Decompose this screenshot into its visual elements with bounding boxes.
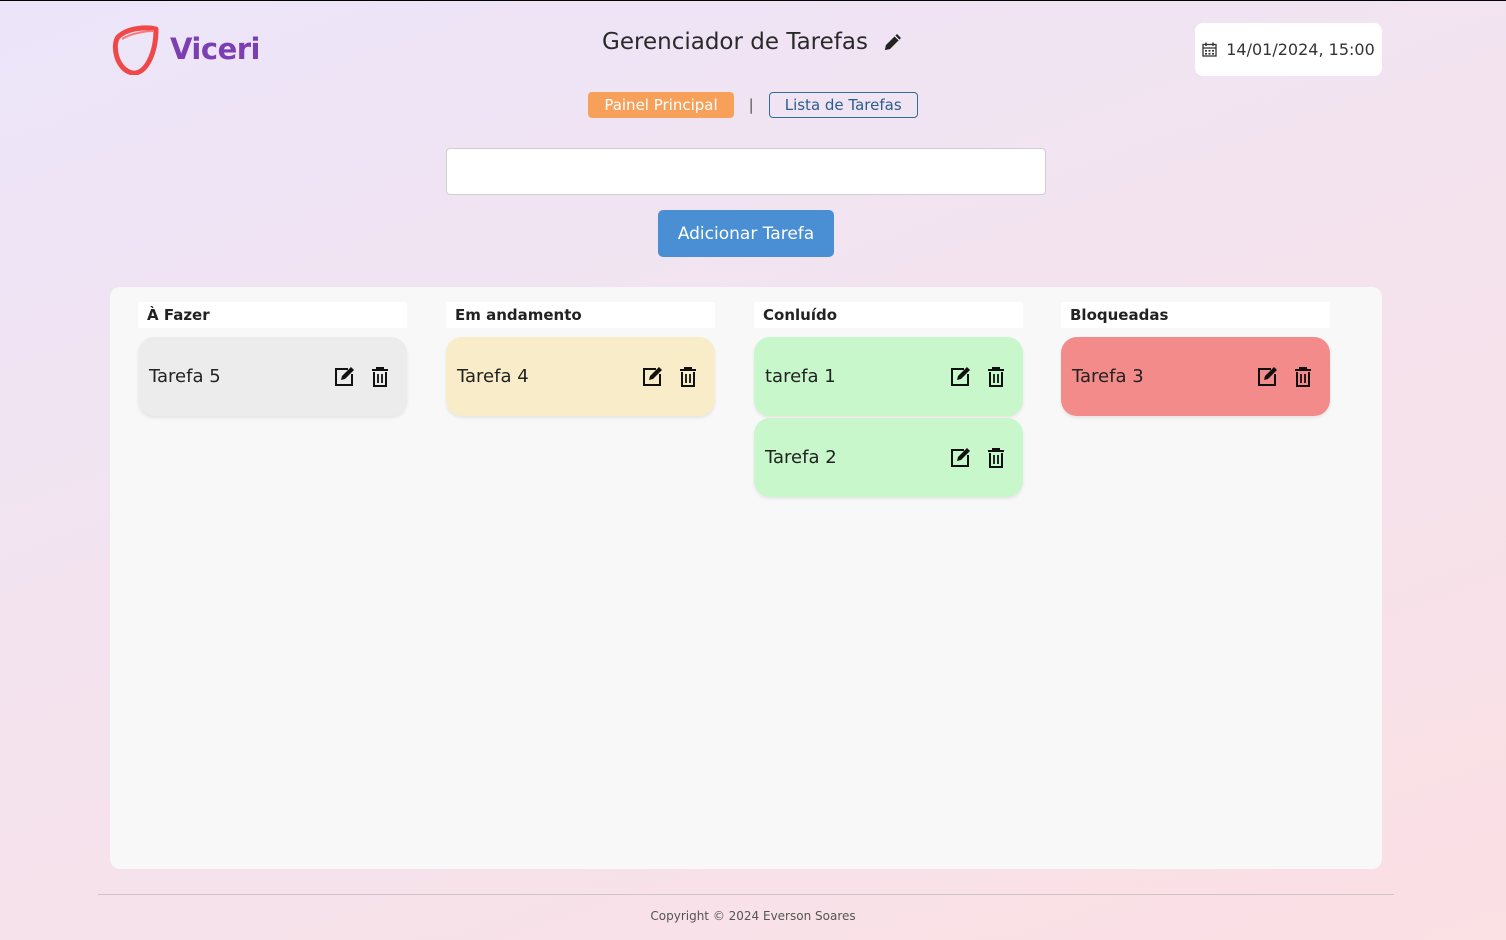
page-title: Gerenciador de Tarefas: [602, 29, 904, 55]
nav-separator: |: [748, 96, 754, 114]
edit-icon[interactable]: [1254, 364, 1280, 390]
page-title-text: Gerenciador de Tarefas: [602, 29, 868, 55]
trash-icon[interactable]: [367, 364, 393, 390]
trash-icon[interactable]: [1290, 364, 1316, 390]
column-title: Bloqueadas: [1061, 302, 1330, 328]
task-input[interactable]: [446, 148, 1046, 195]
column-bloqueadas: Bloqueadas Tarefa 3: [1061, 302, 1330, 416]
task-title: tarefa 1: [765, 366, 836, 387]
datetime-display: 14/01/2024, 15:00: [1195, 23, 1382, 76]
trash-icon[interactable]: [983, 364, 1009, 390]
task-card[interactable]: tarefa 1: [754, 337, 1023, 416]
column-concluido: Conluído tarefa 1 Tarefa 2: [754, 302, 1023, 497]
edit-icon[interactable]: [331, 364, 357, 390]
column-em-andamento: Em andamento Tarefa 4: [446, 302, 715, 416]
task-title: Tarefa 5: [149, 366, 221, 387]
footer-copyright: Copyright © 2024 Everson Soares: [650, 909, 856, 923]
column-title: Em andamento: [446, 302, 715, 328]
column-a-fazer: À Fazer Tarefa 5: [138, 302, 407, 416]
nav-lista-de-tarefas[interactable]: Lista de Tarefas: [768, 92, 918, 118]
footer-divider: [98, 894, 1394, 895]
trash-icon[interactable]: [983, 445, 1009, 471]
trash-icon[interactable]: [675, 364, 701, 390]
task-title: Tarefa 2: [765, 447, 837, 468]
column-title: À Fazer: [138, 302, 407, 328]
column-title: Conluído: [754, 302, 1023, 328]
task-title: Tarefa 4: [457, 366, 529, 387]
calendar-icon: [1202, 42, 1217, 57]
task-card[interactable]: Tarefa 5: [138, 337, 407, 416]
edit-icon[interactable]: [639, 364, 665, 390]
datetime-text: 14/01/2024, 15:00: [1226, 40, 1375, 59]
pencil-icon[interactable]: [882, 31, 904, 53]
kanban-board: À Fazer Tarefa 5 Em andamento Tarefa 4 C…: [110, 287, 1382, 869]
main-nav: Painel Principal | Lista de Tarefas: [0, 92, 1506, 118]
task-card[interactable]: Tarefa 2: [754, 418, 1023, 497]
edit-icon[interactable]: [947, 364, 973, 390]
task-card[interactable]: Tarefa 4: [446, 337, 715, 416]
add-task-button[interactable]: Adicionar Tarefa: [658, 210, 834, 257]
task-title: Tarefa 3: [1072, 366, 1144, 387]
task-card[interactable]: Tarefa 3: [1061, 337, 1330, 416]
edit-icon[interactable]: [947, 445, 973, 471]
nav-painel-principal[interactable]: Painel Principal: [588, 92, 734, 118]
